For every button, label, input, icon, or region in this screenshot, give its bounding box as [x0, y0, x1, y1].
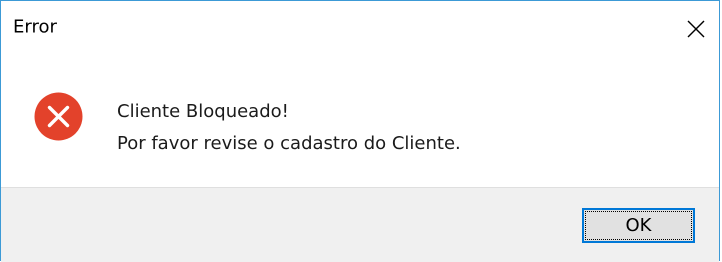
error-icon: [34, 92, 83, 141]
close-icon: [687, 20, 705, 38]
dialog-content: Cliente Bloqueado! Por favor revise o ca…: [1, 47, 719, 187]
title-bar[interactable]: Error: [1, 1, 719, 47]
button-bar: OK: [1, 187, 719, 262]
error-dialog: Error Cliente Bloqueado! Por favor revis…: [0, 0, 720, 262]
error-message: Cliente Bloqueado! Por favor revise o ca…: [117, 96, 461, 160]
message-line-2: Por favor revise o cadastro do Cliente.: [117, 133, 461, 154]
dialog-title: Error: [13, 16, 57, 38]
message-line-1: Cliente Bloqueado!: [117, 101, 289, 122]
close-button[interactable]: [673, 11, 719, 47]
ok-button[interactable]: OK: [582, 208, 695, 243]
ok-button-label: OK: [625, 215, 652, 236]
